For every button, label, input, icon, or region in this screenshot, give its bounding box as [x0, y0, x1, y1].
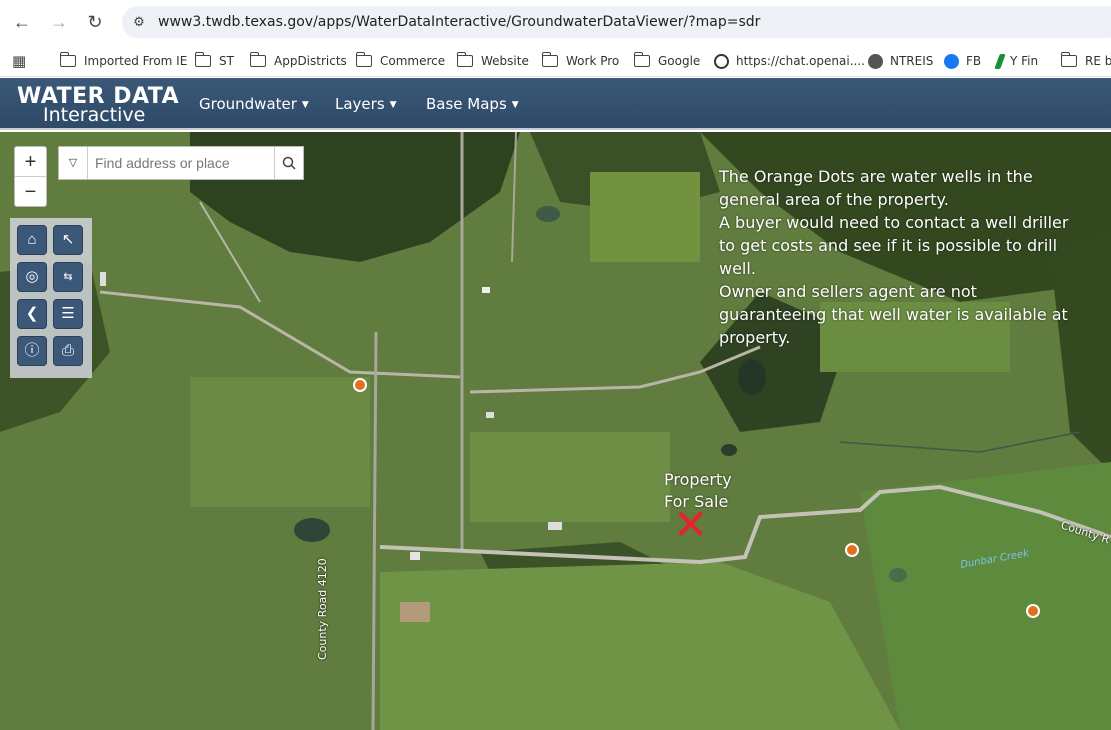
list-icon: ☰ — [61, 305, 75, 322]
measure-icon: ⇆ — [63, 271, 73, 283]
back-icon[interactable]: ← — [10, 10, 34, 34]
bookmark-st[interactable]: ST — [194, 51, 234, 71]
bookmark-ntreis[interactable]: NTREIS — [868, 51, 933, 71]
bookmark-fb[interactable]: FB — [944, 51, 981, 71]
well-note: The Orange Dots are water wells in the g… — [719, 165, 1089, 349]
caret-down-icon: ▼ — [511, 99, 519, 110]
globe-icon — [868, 53, 883, 69]
yahoo-finance-icon — [994, 53, 1006, 69]
folder-icon — [1060, 52, 1077, 67]
url-text[interactable]: www3.twdb.texas.gov/apps/WaterDataIntera… — [158, 14, 760, 30]
menu-base-maps[interactable]: Base Maps ▼ — [426, 95, 519, 113]
search-button[interactable] — [274, 147, 303, 179]
home-icon: ⌂ — [27, 231, 37, 248]
bookmarks-bar: ▦ Imported From IE ST AppDistricts Comme… — [0, 44, 1111, 77]
printer-icon: ⎙ — [61, 342, 74, 359]
bookmark-y-fin[interactable]: Y Fin — [994, 51, 1038, 71]
facebook-icon — [944, 53, 959, 69]
openai-icon — [714, 53, 729, 69]
crosshair-icon: ◎ — [25, 268, 39, 285]
bookmark-re-bi[interactable]: RE bi — [1060, 51, 1111, 71]
bookmark-imported-from-ie[interactable]: Imported From IE — [59, 51, 187, 71]
folder-icon — [355, 52, 372, 67]
legend-button[interactable]: ☰ — [53, 299, 83, 329]
water-well-marker[interactable] — [1026, 604, 1040, 618]
home-button[interactable]: ⌂ — [17, 225, 47, 255]
folder-icon — [633, 52, 650, 67]
zoom-out-button[interactable]: − — [15, 177, 46, 207]
water-well-marker[interactable] — [353, 378, 367, 392]
apps-grid-icon[interactable]: ▦ — [12, 51, 26, 71]
road-label-county-road-4120: County Road 4120 — [316, 558, 329, 660]
app-header: WATER DATA Interactive Groundwater ▼ Laye… — [0, 78, 1111, 130]
chevron-left-icon: ❮ — [25, 305, 39, 322]
menu-groundwater[interactable]: Groundwater ▼ — [199, 95, 309, 113]
site-info-icon[interactable]: ⚙ — [130, 13, 148, 31]
note-line-1: The Orange Dots are water wells in the g… — [719, 167, 1033, 209]
folder-icon — [194, 52, 211, 67]
logo-interactive[interactable]: Interactive — [43, 104, 145, 126]
collapse-button[interactable]: ❮ — [17, 299, 47, 329]
property-marker: ✕ — [673, 500, 709, 549]
bookmark-chat-openai[interactable]: https://chat.openai.... — [714, 51, 865, 71]
note-line-3: Owner and sellers agent are not guarante… — [719, 282, 1068, 347]
zoom-control: + − — [14, 146, 47, 207]
bookmark-commerce[interactable]: Commerce — [355, 51, 445, 71]
map-toolbox: ⌂ ↖ ◎ ⇆ ❮ ☰ ⓘ ⎙ — [10, 218, 92, 378]
cursor-icon: ↖ — [61, 231, 75, 248]
search-icon — [282, 156, 296, 170]
folder-icon — [249, 52, 266, 67]
bookmark-appdistricts[interactable]: AppDistricts — [249, 51, 347, 71]
map-view[interactable]: + − ▽ ⌂ ↖ ◎ ⇆ ❮ ☰ ⓘ ⎙ The Orange Dots ar… — [0, 132, 1111, 730]
caret-down-icon: ▼ — [389, 99, 397, 110]
note-line-2: A buyer would need to contact a well dri… — [719, 213, 1069, 278]
forward-icon[interactable]: → — [47, 10, 71, 34]
search-input[interactable] — [95, 153, 271, 173]
caret-down-icon: ▼ — [301, 99, 309, 110]
locate-button[interactable]: ◎ — [17, 262, 47, 292]
bookmark-website[interactable]: Website — [456, 51, 529, 71]
folder-icon — [541, 52, 558, 67]
select-button[interactable]: ↖ — [53, 225, 83, 255]
folder-icon — [59, 52, 76, 67]
water-well-marker[interactable] — [845, 543, 859, 557]
folder-icon — [456, 52, 473, 67]
bookmark-work-pro[interactable]: Work Pro — [541, 51, 619, 71]
measure-button[interactable]: ⇆ — [53, 262, 83, 292]
search-source-dropdown[interactable]: ▽ — [59, 147, 88, 179]
reload-icon[interactable]: ↻ — [83, 10, 107, 34]
search-box: ▽ — [58, 146, 304, 180]
browser-toolbar: ← → ↻ ⚙ www3.twdb.texas.gov/apps/WaterDa… — [0, 0, 1111, 44]
menu-layers[interactable]: Layers ▼ — [335, 95, 397, 113]
address-bar[interactable]: ⚙ www3.twdb.texas.gov/apps/WaterDataInte… — [122, 6, 1111, 38]
info-icon: ⓘ — [24, 342, 40, 359]
info-button[interactable]: ⓘ — [17, 336, 47, 366]
zoom-in-button[interactable]: + — [15, 147, 46, 177]
print-button[interactable]: ⎙ — [53, 336, 83, 366]
bookmark-google[interactable]: Google — [633, 51, 700, 71]
